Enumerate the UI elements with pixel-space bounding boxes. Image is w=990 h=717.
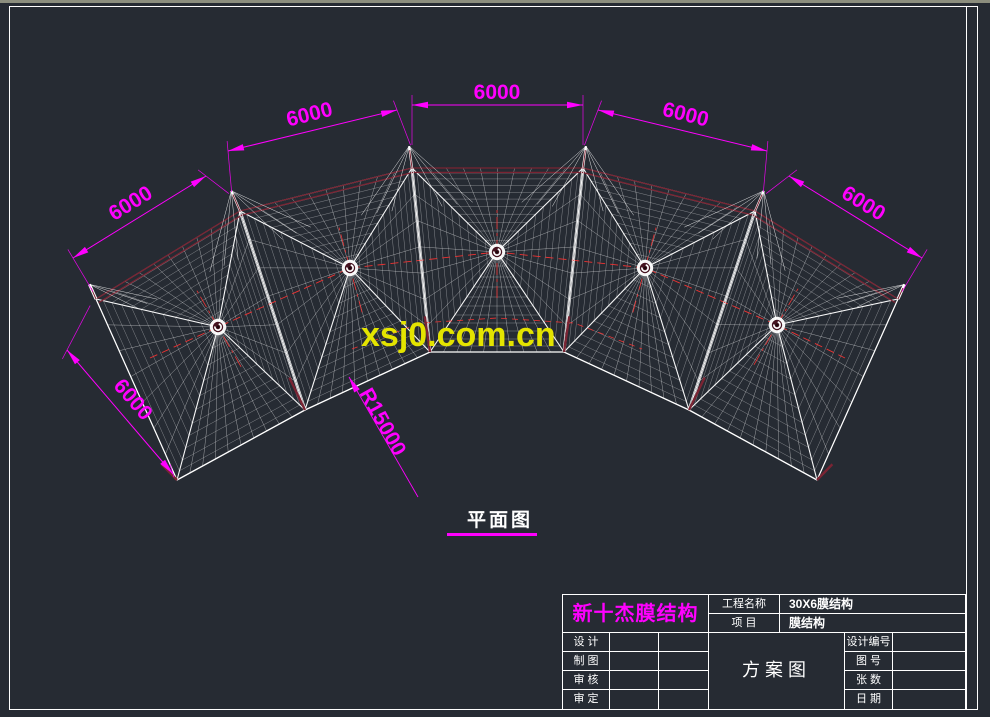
checker-label: 审 核 [563, 671, 610, 690]
dim-label-3: 6000 [474, 81, 521, 104]
empty-cell [893, 690, 965, 709]
empty-cell [610, 633, 659, 652]
title-block: 新十杰膜结构 工程名称 30X6膜结构 项 目 膜结构 设 计 制 图 审 核 … [562, 594, 966, 710]
plan-view-label: 平面图 [440, 505, 560, 532]
dim-label-1: 6000 [105, 181, 157, 225]
approver-label: 审 定 [563, 690, 610, 709]
company-name: 新十杰膜结构 [563, 595, 709, 633]
designer-label: 设 计 [563, 633, 610, 652]
empty-cell [893, 671, 965, 690]
plan-label-underline [447, 533, 537, 536]
project-name-value: 30X6膜结构 [780, 595, 965, 614]
cad-canvas: { "colors": { "background": "#262b33", "… [0, 0, 990, 717]
item-label: 项 目 [709, 614, 780, 633]
empty-cell [659, 633, 709, 652]
drawing-number-label: 图 号 [845, 652, 893, 671]
dim-label-6: 6000 [109, 375, 157, 425]
item-value: 膜结构 [780, 614, 965, 633]
radius-dim-label: R15000 [355, 384, 411, 459]
empty-cell [610, 690, 659, 709]
project-name-label: 工程名称 [709, 595, 780, 614]
empty-cell [610, 671, 659, 690]
empty-cell [893, 652, 965, 671]
scheme-drawing-label: 方案图 [709, 633, 845, 709]
date-label: 日 期 [845, 690, 893, 709]
drafter-label: 制 图 [563, 652, 610, 671]
dim-label-5: 6000 [837, 181, 889, 225]
empty-cell [893, 633, 965, 652]
empty-cell [659, 671, 709, 690]
design-number-label: 设计编号 [845, 633, 893, 652]
empty-cell [610, 652, 659, 671]
empty-cell [659, 652, 709, 671]
watermark-text: xsj0.com.cn [361, 316, 556, 354]
empty-cell [659, 690, 709, 709]
sheet-count-label: 张 数 [845, 671, 893, 690]
